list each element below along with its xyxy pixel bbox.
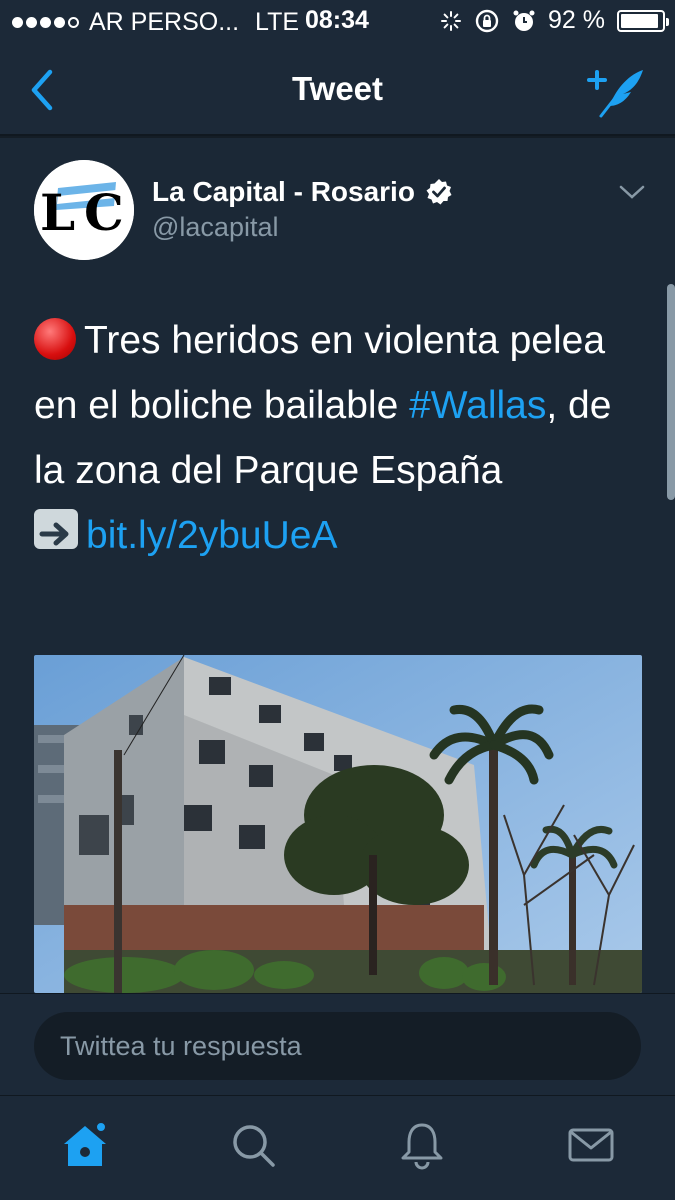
status-left: AR PERSO... LTE [12, 8, 299, 37]
reply-input[interactable] [34, 1012, 641, 1080]
search-icon[interactable] [228, 1120, 278, 1170]
notifications-bell-icon[interactable] [397, 1120, 447, 1170]
svg-text:C: C [84, 183, 124, 242]
tweet-card: L C La Capital - Rosario @lacapital Tres… [0, 138, 675, 993]
author-handle[interactable]: @lacapital [152, 212, 278, 243]
battery-level-fill [621, 13, 658, 28]
verified-badge-icon [426, 179, 452, 205]
messages-envelope-icon[interactable] [566, 1120, 616, 1170]
carrier-name: AR PERSO... [89, 7, 240, 36]
svg-text:L: L [40, 183, 75, 242]
orientation-lock-icon [475, 9, 499, 32]
status-bar: AR PERSO... LTE 08:34 92 % [0, 0, 675, 44]
compose-tweet-icon[interactable] [587, 62, 647, 118]
tab-bar [0, 1095, 675, 1200]
page-title: Tweet [291, 70, 384, 107]
lacapital-logo-icon: L C [34, 160, 134, 260]
author-name[interactable]: La Capital - Rosario [152, 176, 453, 208]
network-type: LTE [255, 7, 300, 36]
hashtag-link[interactable]: #Wallas [409, 384, 546, 427]
building-photo-image [34, 655, 642, 993]
tweet-detail-screen: AR PERSO... LTE 08:34 92 % Tweet L C La … [0, 0, 675, 1200]
status-time: 08:34 [305, 6, 369, 34]
scroll-indicator[interactable] [667, 284, 675, 500]
status-right: 92 % [440, 6, 669, 35]
activity-spinner-icon [441, 10, 462, 31]
reply-bar [0, 993, 675, 1095]
tweet-body: Tres heridos en violenta pelea en el bol… [34, 308, 644, 568]
signal-strength-icon [12, 16, 79, 28]
red-circle-emoji-icon [34, 318, 76, 360]
tweet-url-link[interactable]: bit.ly/2ybuUeA [86, 514, 337, 557]
battery-icon [617, 9, 669, 32]
alarm-icon [513, 10, 535, 31]
home-icon[interactable] [60, 1120, 110, 1170]
navigation-bar: Tweet [0, 44, 675, 136]
right-arrow-emoji-icon [34, 509, 78, 549]
author-name-text: La Capital - Rosario [152, 176, 415, 207]
tweet-photo[interactable] [34, 655, 642, 993]
author-avatar[interactable]: L C [34, 160, 134, 260]
chevron-down-icon[interactable] [619, 182, 645, 202]
battery-percent: 92 % [548, 6, 605, 34]
